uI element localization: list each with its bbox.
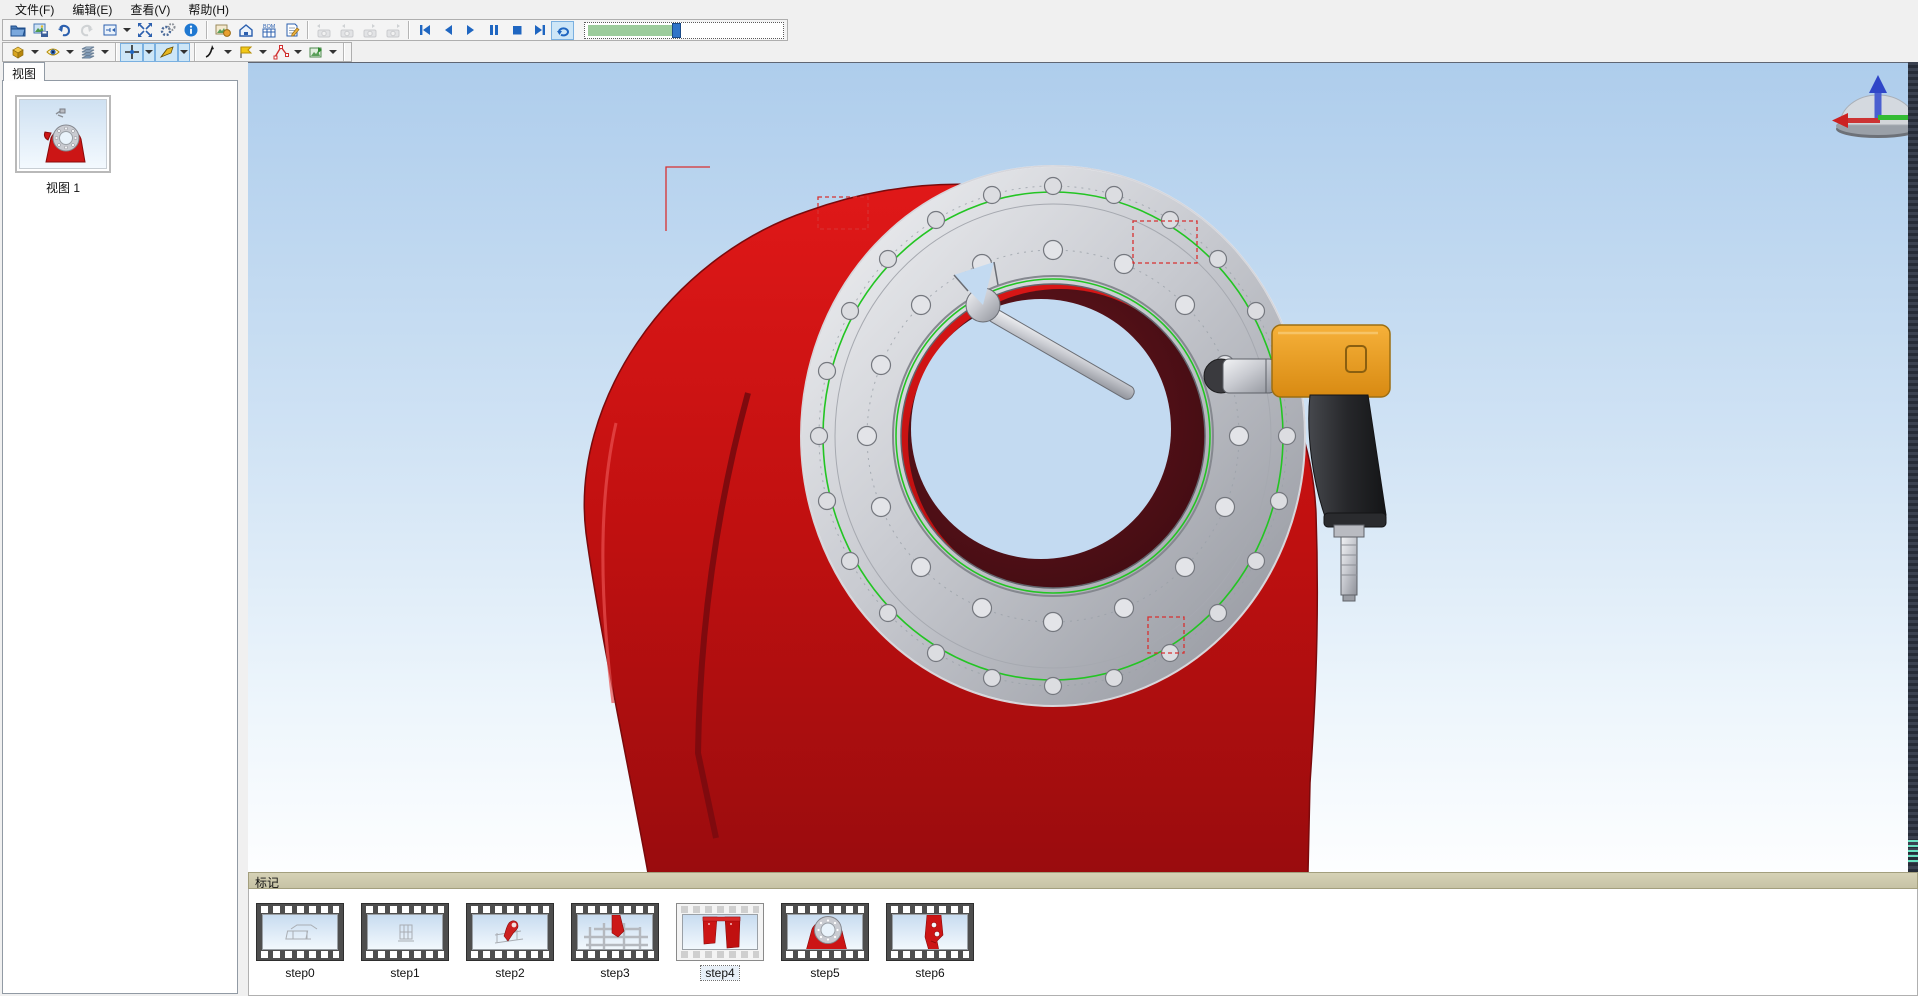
open-button[interactable] xyxy=(6,21,29,40)
marks-panel: 标记 step0 step1 xyxy=(248,872,1918,996)
menu-edit[interactable]: 编辑(E) xyxy=(63,0,121,19)
right-edge-strip[interactable] xyxy=(1908,62,1918,872)
step-label-6: step6 xyxy=(911,966,948,980)
menu-file[interactable]: 文件(F) xyxy=(6,0,63,19)
snapshot-prev-button[interactable] xyxy=(335,21,358,40)
redo-button[interactable] xyxy=(75,21,98,40)
stop-button[interactable] xyxy=(505,21,528,40)
menu-view[interactable]: 查看(V) xyxy=(121,0,179,19)
gizmo-y-axis xyxy=(1878,115,1908,120)
flag-label-caret[interactable] xyxy=(257,43,269,62)
right-strip-marks xyxy=(1908,840,1918,862)
switch-window-caret[interactable] xyxy=(121,21,133,40)
step-back-button[interactable] xyxy=(436,21,459,40)
move-crosshair-caret[interactable] xyxy=(143,43,155,62)
flag-label-button[interactable] xyxy=(234,43,257,62)
marks-panel-title: 标记 xyxy=(248,872,1918,889)
toolbar-area: BOM xyxy=(0,18,1918,62)
snapshot-first-button[interactable] xyxy=(312,21,335,40)
steps-filmstrip: step0 step1 step2 xyxy=(249,889,1917,980)
export-image-button[interactable] xyxy=(304,43,327,62)
step-item-0[interactable]: step0 xyxy=(256,903,344,980)
fit-view-button[interactable] xyxy=(133,21,156,40)
step-label-5: step5 xyxy=(806,966,843,980)
animation-progress-slider[interactable] xyxy=(584,22,784,39)
step-item-4[interactable]: step4 xyxy=(676,903,764,980)
pause-button[interactable] xyxy=(482,21,505,40)
views-panel: 视图 视图 1 xyxy=(0,62,240,996)
step-label-3: step3 xyxy=(596,966,633,980)
step-label-4: step4 xyxy=(701,966,738,980)
step-item-3[interactable]: step3 xyxy=(571,903,659,980)
toolbar-main: BOM xyxy=(2,19,788,41)
loop-button[interactable] xyxy=(551,21,574,40)
draw-line-caret[interactable] xyxy=(222,43,234,62)
solid-box-caret[interactable] xyxy=(29,43,41,62)
view-thumbnail[interactable] xyxy=(15,95,111,173)
switch-window-button[interactable] xyxy=(98,21,121,40)
go-first-button[interactable] xyxy=(413,21,436,40)
gizmo-x-axis xyxy=(1846,118,1880,123)
solid-box-button[interactable] xyxy=(6,43,29,62)
layers-button[interactable] xyxy=(76,43,99,62)
step-label-0: step0 xyxy=(281,966,318,980)
step-label-2: step2 xyxy=(491,966,528,980)
layers-caret[interactable] xyxy=(99,43,111,62)
progress-fill xyxy=(588,25,677,36)
capture-image-button[interactable] xyxy=(211,21,234,40)
visibility-eye-caret[interactable] xyxy=(64,43,76,62)
info-button[interactable] xyxy=(179,21,202,40)
toolbar-tools xyxy=(2,42,352,62)
step-item-2[interactable]: step2 xyxy=(466,903,554,980)
step-item-5[interactable]: step5 xyxy=(781,903,869,980)
viewport-3d[interactable] xyxy=(248,62,1908,872)
settings-button[interactable] xyxy=(156,21,179,40)
move-crosshair-button[interactable] xyxy=(120,43,143,62)
flange-ring xyxy=(801,166,1305,706)
gizmo-z-axis xyxy=(1875,91,1882,118)
progress-handle[interactable] xyxy=(672,23,681,38)
menu-bar: 文件(F) 编辑(E) 查看(V) 帮助(H) xyxy=(0,0,1918,18)
export-image-caret[interactable] xyxy=(327,43,339,62)
bom-table-button[interactable]: BOM xyxy=(257,21,280,40)
home-view-button[interactable] xyxy=(234,21,257,40)
save-image-button[interactable] xyxy=(29,21,52,40)
play-button[interactable] xyxy=(459,21,482,40)
measure-angle-button[interactable] xyxy=(269,43,292,62)
edit-notes-button[interactable] xyxy=(280,21,303,40)
view-label: 视图 1 xyxy=(13,179,113,196)
snapshot-last-button[interactable] xyxy=(381,21,404,40)
visibility-eye-button[interactable] xyxy=(41,43,64,62)
measure-angle-caret[interactable] xyxy=(292,43,304,62)
undo-button[interactable] xyxy=(52,21,75,40)
step-item-1[interactable]: step1 xyxy=(361,903,449,980)
menu-help[interactable]: 帮助(H) xyxy=(179,0,238,19)
orientation-arrow-caret[interactable] xyxy=(178,43,190,62)
go-last-button[interactable] xyxy=(528,21,551,40)
step-label-1: step1 xyxy=(386,966,423,980)
orientation-arrow-button[interactable] xyxy=(155,43,178,62)
views-panel-body: 视图 1 xyxy=(2,80,238,994)
tab-views[interactable]: 视图 xyxy=(3,62,45,81)
draw-line-button[interactable] xyxy=(199,43,222,62)
snapshot-next-button[interactable] xyxy=(358,21,381,40)
step-item-6[interactable]: step6 xyxy=(886,903,974,980)
